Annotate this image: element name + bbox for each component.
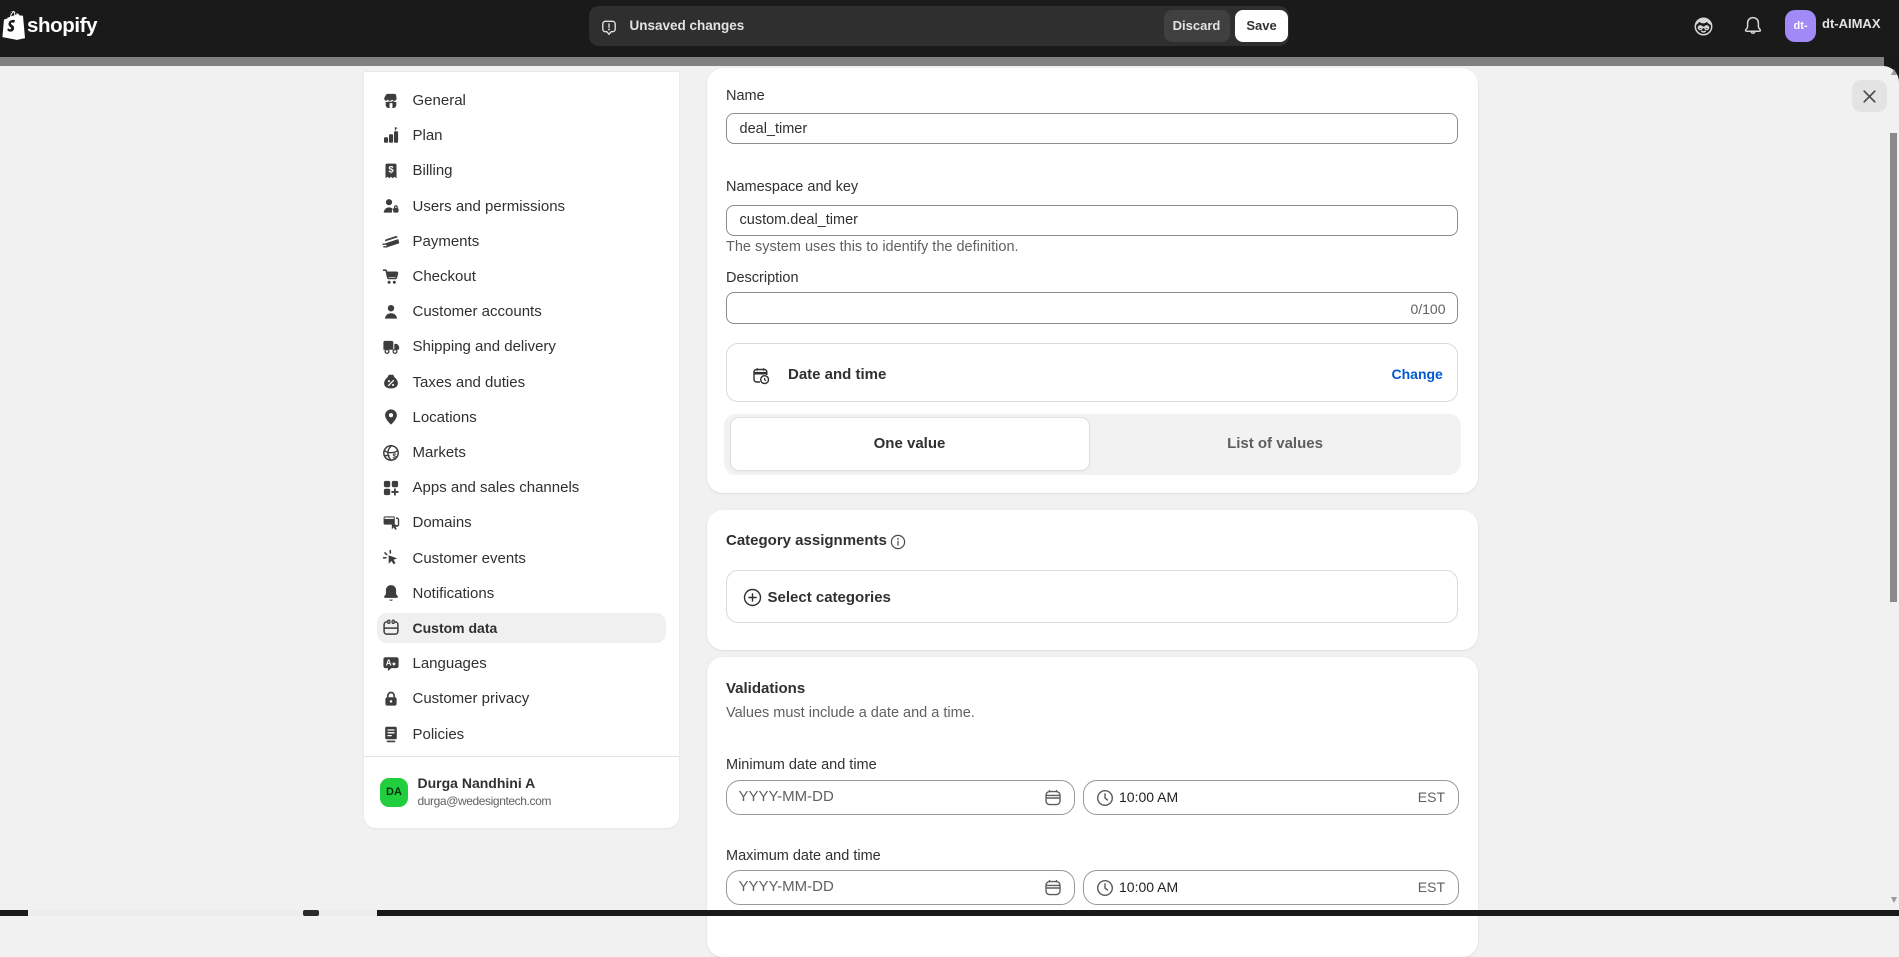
svg-text:$: $ — [388, 164, 394, 175]
svg-text:✦: ✦ — [391, 660, 397, 668]
